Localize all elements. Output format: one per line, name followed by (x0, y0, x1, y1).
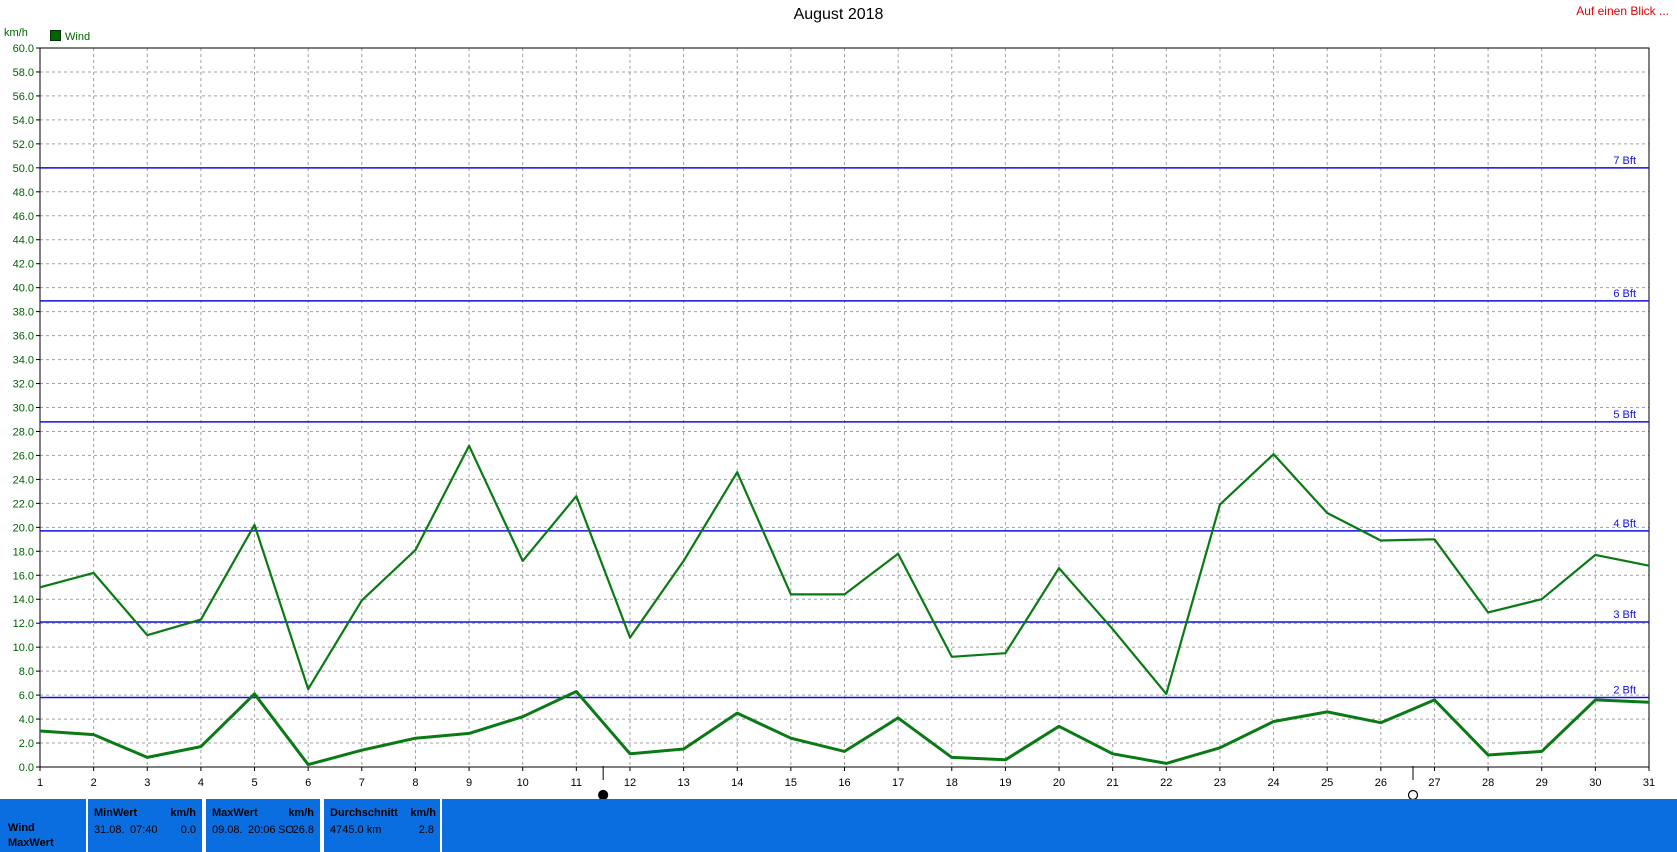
y-tick-label: 38.0 (13, 307, 34, 319)
beaufort-label: 3 Bft (1613, 609, 1636, 621)
avg-header: Durchschnitt (330, 807, 398, 819)
x-tick-label: 10 (517, 777, 529, 789)
max-date: 09.08. (212, 824, 243, 836)
x-tick-label: 6 (305, 777, 311, 789)
x-tick-label: 12 (624, 777, 636, 789)
full-moon-icon (1407, 789, 1419, 799)
y-axis-unit: km/h (4, 27, 28, 39)
x-tick-label: 4 (198, 777, 204, 789)
x-tick-label: 19 (999, 777, 1011, 789)
x-tick-label: 26 (1375, 777, 1387, 789)
y-tick-label: 42.0 (13, 259, 34, 271)
legend-swatch (50, 30, 61, 41)
min-unit: km/h (170, 807, 196, 819)
x-tick-label: 15 (785, 777, 797, 789)
x-tick-label: 25 (1321, 777, 1333, 789)
avg-stat-box: Durchschnitt km/h 4745.0 km 2.8 (322, 799, 442, 852)
y-tick-label: 58.0 (13, 67, 34, 79)
max-direction: SO (278, 824, 294, 836)
min-value: 0.0 (180, 824, 196, 836)
y-tick-label: 30.0 (13, 403, 34, 415)
x-tick-label: 22 (1160, 777, 1172, 789)
min-stat-box: MinWert km/h 31.08. 07:40 0.0 (86, 799, 204, 852)
y-tick-label: 20.0 (13, 522, 34, 534)
max-stat-box: MaxWert km/h 09.08. 20:06 SO 26.8 (204, 799, 322, 852)
legend: Wind (50, 30, 90, 43)
beaufort-label: 5 Bft (1613, 409, 1636, 421)
avg-distance: 4745.0 km (330, 824, 382, 836)
stats-row1-label: Wind (8, 822, 35, 834)
min-header: MinWert (94, 807, 138, 819)
x-tick-label: 9 (466, 777, 472, 789)
y-tick-label: 10.0 (13, 642, 34, 654)
beaufort-label: 2 Bft (1613, 684, 1636, 696)
x-tick-label: 3 (144, 777, 150, 789)
y-tick-label: 40.0 (13, 283, 34, 295)
stats-row2-label: MaxWert (8, 837, 54, 849)
x-tick-label: 24 (1267, 777, 1279, 789)
x-tick-label: 5 (251, 777, 257, 789)
x-tick-label: 28 (1482, 777, 1494, 789)
y-tick-label: 12.0 (13, 618, 34, 630)
y-tick-label: 46.0 (13, 211, 34, 223)
beaufort-label: 4 Bft (1613, 518, 1636, 530)
min-date: 31.08. (94, 824, 125, 836)
y-tick-label: 26.0 (13, 450, 34, 462)
stats-row-labels: Wind MaxWert (0, 799, 86, 852)
y-tick-label: 22.0 (13, 498, 34, 510)
min-time: 07:40 (130, 824, 158, 836)
new-moon-icon (598, 789, 609, 799)
beaufort-label: 6 Bft (1613, 288, 1636, 300)
y-tick-label: 2.0 (19, 738, 34, 750)
x-tick-label: 23 (1214, 777, 1226, 789)
x-tick-label: 20 (1053, 777, 1065, 789)
y-tick-label: 32.0 (13, 379, 34, 391)
x-tick-label: 11 (571, 777, 582, 789)
x-tick-label: 1 (37, 777, 43, 789)
y-tick-label: 16.0 (13, 570, 34, 582)
overview-link[interactable]: Auf einen Blick ... (1576, 4, 1669, 18)
x-tick-label: 18 (946, 777, 958, 789)
x-tick-label: 30 (1589, 777, 1601, 789)
y-tick-label: 8.0 (19, 666, 34, 678)
x-tick-label: 29 (1536, 777, 1548, 789)
y-tick-label: 52.0 (13, 139, 34, 151)
chart-title: August 2018 (793, 6, 884, 23)
beaufort-label: 7 Bft (1613, 155, 1636, 167)
y-tick-label: 18.0 (13, 546, 34, 558)
x-tick-label: 7 (359, 777, 365, 789)
x-tick-label: 31 (1643, 777, 1655, 789)
max-value: 26.8 (292, 824, 314, 836)
y-tick-label: 54.0 (13, 115, 34, 127)
x-tick-label: 2 (91, 777, 97, 789)
y-tick-label: 60.0 (13, 43, 34, 55)
x-tick-label: 13 (677, 777, 689, 789)
avg-value: 2.8 (418, 824, 434, 836)
y-tick-label: 0.0 (19, 762, 34, 774)
y-tick-label: 56.0 (13, 91, 34, 103)
legend-label-wind: Wind (65, 31, 91, 43)
y-tick-label: 6.0 (19, 690, 34, 702)
y-tick-label: 34.0 (13, 355, 34, 367)
max-unit: km/h (288, 807, 314, 819)
x-tick-label: 14 (731, 777, 743, 789)
avg-unit: km/h (410, 807, 436, 819)
x-tick-label: 17 (892, 777, 904, 789)
x-tick-label: 27 (1428, 777, 1440, 789)
x-tick-label: 16 (838, 777, 850, 789)
y-tick-label: 4.0 (19, 714, 34, 726)
x-tick-label: 8 (412, 777, 418, 789)
x-tick-label: 21 (1107, 777, 1119, 789)
y-tick-label: 50.0 (13, 163, 34, 175)
y-tick-label: 24.0 (13, 474, 34, 486)
y-tick-label: 48.0 (13, 187, 34, 199)
y-tick-label: 36.0 (13, 331, 34, 343)
y-tick-label: 28.0 (13, 426, 34, 438)
max-time: 20:06 (248, 824, 276, 836)
stats-bar: Wind MaxWert MinWert km/h 31.08. 07:40 0… (0, 799, 1677, 852)
y-tick-label: 44.0 (13, 235, 34, 247)
chart: 0.0 2.0 4.0 6.0 8.0 10.0 12.0 14.0 16.0 18.0 20.0 2… (13, 43, 1655, 799)
max-header: MaxWert (212, 807, 258, 819)
y-tick-label: 14.0 (13, 594, 34, 606)
